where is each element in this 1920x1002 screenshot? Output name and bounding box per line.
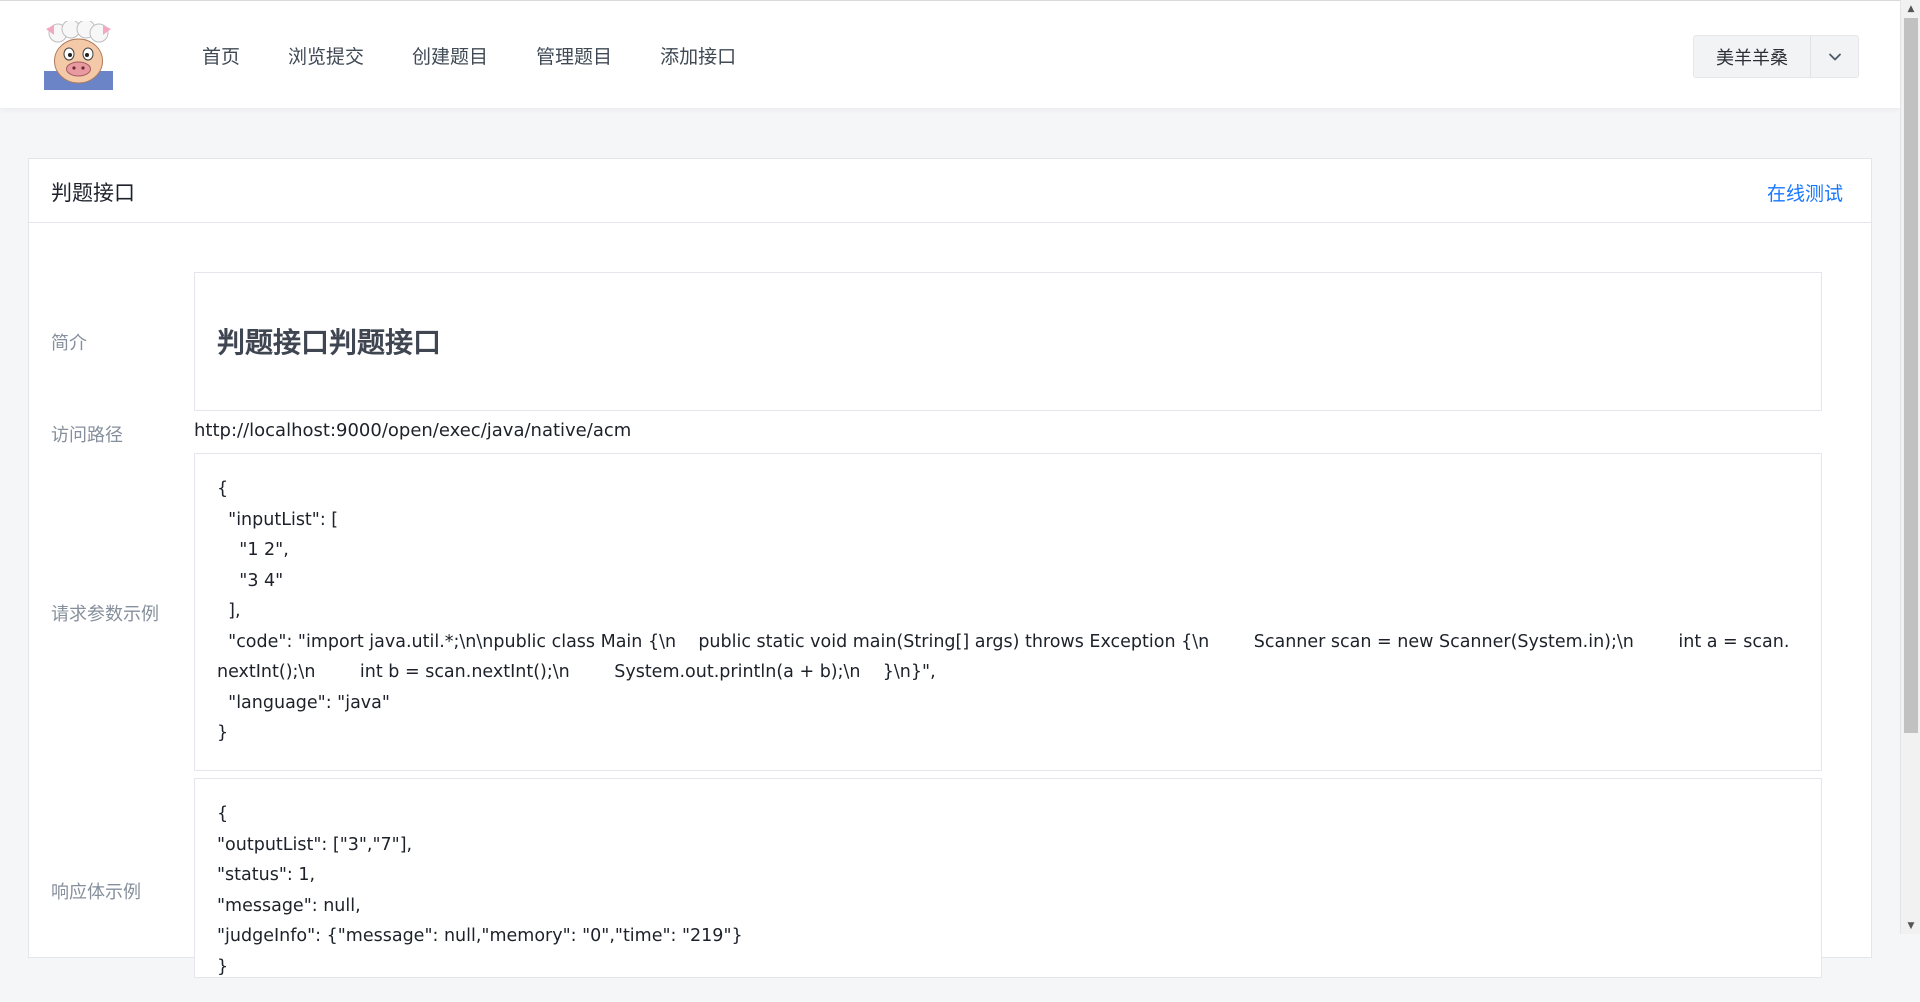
interface-detail-card: 判题接口 在线测试 简介 判题接口判题接口 访问路径 http://localh… bbox=[28, 158, 1872, 978]
response-example-label: 响应体示例 bbox=[51, 882, 141, 903]
intro-label: 简介 bbox=[51, 333, 87, 354]
page-scrollbar[interactable]: ▲ ▼ bbox=[1900, 0, 1920, 934]
card-header: 判题接口 在线测试 bbox=[29, 159, 1871, 223]
nav-item-create-question[interactable]: 创建题目 bbox=[388, 42, 512, 69]
user-dropdown-button[interactable] bbox=[1811, 36, 1858, 77]
response-example-code: { "outputList": ["3","7"], "status": 1, … bbox=[217, 804, 743, 977]
card-title: 判题接口 bbox=[51, 181, 135, 205]
request-example-box: { "inputList": [ "1 2", "3 4" ], "code":… bbox=[194, 453, 1822, 771]
chevron-down-icon bbox=[1828, 53, 1841, 60]
user-name-button[interactable]: 美羊羊桑 bbox=[1694, 36, 1811, 77]
user-menu[interactable]: 美羊羊桑 bbox=[1693, 35, 1859, 78]
response-example-box: { "outputList": ["3","7"], "status": 1, … bbox=[194, 778, 1822, 978]
online-test-link[interactable]: 在线测试 bbox=[1767, 179, 1843, 206]
sheep-avatar-logo[interactable] bbox=[44, 19, 113, 90]
nav-item-home[interactable]: 首页 bbox=[178, 42, 264, 69]
nav-item-browse-submissions[interactable]: 浏览提交 bbox=[264, 42, 388, 69]
path-label: 访问路径 bbox=[51, 425, 123, 446]
scroll-up-arrow-icon[interactable]: ▲ bbox=[1901, 0, 1920, 17]
request-example-label: 请求参数示例 bbox=[51, 604, 159, 625]
nav-item-add-interface[interactable]: 添加接口 bbox=[636, 42, 760, 69]
request-example-code: { "inputList": [ "1 2", "3 4" ], "code":… bbox=[217, 479, 1790, 743]
intro-value: 判题接口判题接口 bbox=[217, 326, 442, 359]
intro-box: 判题接口判题接口 bbox=[194, 272, 1822, 411]
main-nav: 首页 浏览提交 创建题目 管理题目 添加接口 bbox=[178, 1, 760, 109]
logo-image bbox=[44, 19, 113, 90]
nav-item-manage-questions[interactable]: 管理题目 bbox=[512, 42, 636, 69]
path-value: http://localhost:9000/open/exec/java/nat… bbox=[194, 420, 632, 441]
top-navbar: 首页 浏览提交 创建题目 管理题目 添加接口 美羊羊桑 bbox=[0, 0, 1900, 108]
scroll-down-arrow-icon[interactable]: ▼ bbox=[1901, 917, 1920, 934]
scrollbar-thumb[interactable] bbox=[1904, 18, 1918, 733]
